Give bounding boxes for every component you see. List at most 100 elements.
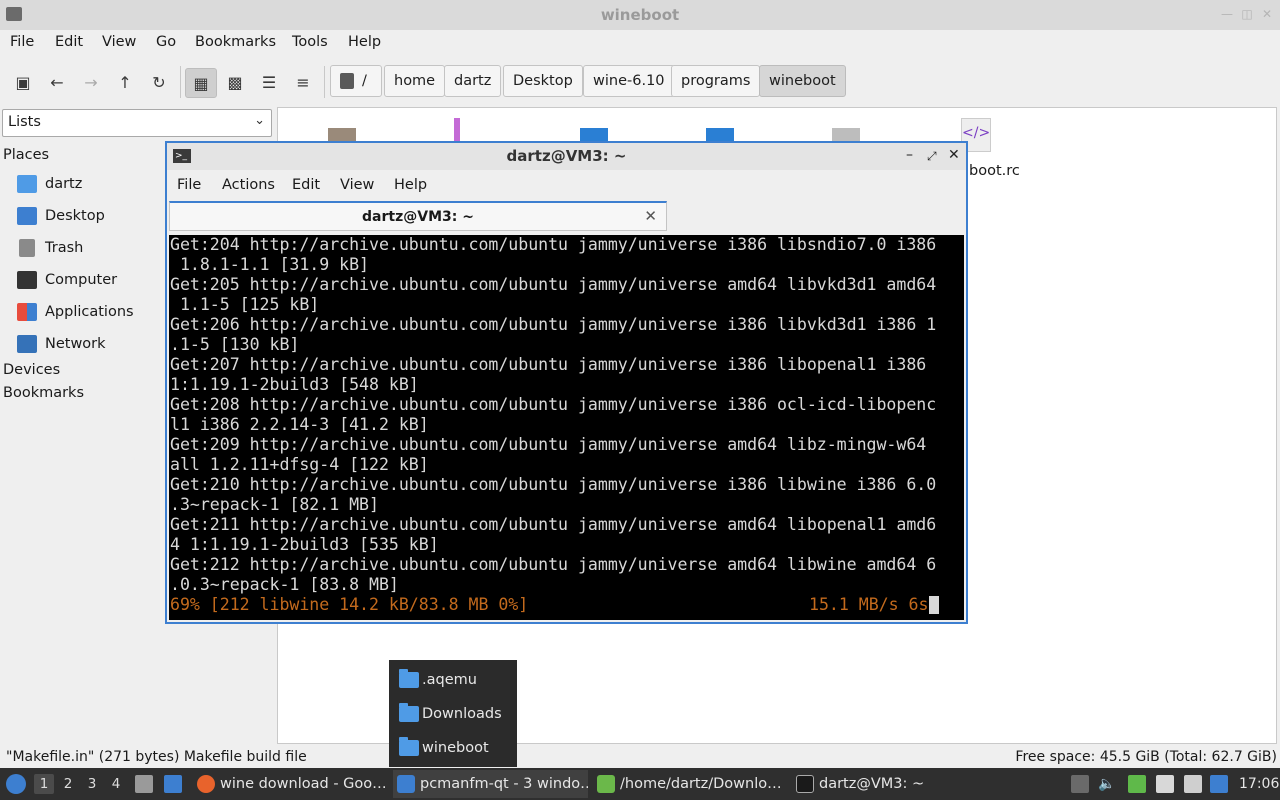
back-icon[interactable]: ← (42, 68, 72, 96)
sidebar-item-computer[interactable]: Computer (17, 268, 117, 292)
maximize-icon[interactable]: ⤢ (927, 149, 937, 164)
sidebar-item-label: Desktop (45, 208, 105, 224)
terminal-line: Get:208 http://archive.ubuntu.com/ubuntu… (170, 395, 937, 414)
terminal-menu-view[interactable]: View (340, 177, 374, 193)
terminal-line: Get:212 http://archive.ubuntu.com/ubuntu… (170, 555, 937, 574)
sidebar-item-dartz[interactable]: dartz (17, 172, 82, 196)
sidebar-item-applications[interactable]: Applications (17, 300, 134, 324)
files-launcher-icon[interactable] (135, 775, 153, 793)
minimize-icon[interactable]: – (906, 147, 913, 163)
terminal-titlebar[interactable]: >_ dartz@VM3: ~ – ⤢ ✕ (167, 143, 966, 170)
drive-icon (340, 73, 354, 89)
compact-view-icon[interactable]: ☰ (254, 68, 284, 96)
window-titlebar[interactable]: wineboot — ◫ ✕ (0, 0, 1280, 30)
clock[interactable]: 17:06 (1239, 768, 1279, 800)
folder-icon (397, 775, 415, 793)
workspace-2[interactable]: 2 (58, 774, 78, 794)
volume-icon[interactable]: 🔈 (1098, 775, 1116, 793)
places-heading[interactable]: Places (3, 147, 49, 163)
sidebar-item-trash[interactable]: Trash (17, 236, 83, 260)
side-pane-mode-value: Lists (8, 114, 41, 130)
breadcrumb-root[interactable]: / (330, 65, 382, 97)
terminal-line: .1-5 [130 kB] (170, 335, 300, 354)
toolbar-separator (324, 66, 325, 98)
terminal-line: 1.8.1-1.1 [31.9 kB] (170, 255, 370, 274)
terminal-output[interactable]: Get:204 http://archive.ubuntu.com/ubuntu… (169, 235, 964, 620)
clipboard-icon[interactable] (1071, 775, 1089, 793)
terminal-line: all 1.2.11+dfsg-4 [122 kB] (170, 455, 429, 474)
terminal-menu-actions[interactable]: Actions (222, 177, 275, 193)
file-name[interactable]: boot.rc (969, 163, 1020, 179)
up-icon[interactable]: ↑ (110, 68, 140, 96)
maximize-icon[interactable]: ◫ (1240, 7, 1254, 21)
popup-item-downloads[interactable]: Downloads (399, 702, 502, 726)
detailed-list-view-icon[interactable]: ≡ (288, 68, 318, 96)
workspace-1[interactable]: 1 (34, 774, 54, 794)
forward-icon[interactable]: → (76, 68, 106, 96)
task-label: wine download - Goo… (220, 776, 385, 792)
menu-go[interactable]: Go (156, 34, 176, 50)
menu-view[interactable]: View (102, 34, 136, 50)
terminal-line: Get:210 http://archive.ubuntu.com/ubuntu… (170, 475, 937, 494)
close-icon[interactable]: ✕ (948, 147, 960, 163)
sidebar-item-label: dartz (45, 176, 83, 192)
terminal-line: Get:206 http://archive.ubuntu.com/ubuntu… (170, 315, 937, 334)
menu-file[interactable]: File (10, 34, 34, 50)
start-menu-icon[interactable] (6, 774, 26, 794)
popup-item-wineboot[interactable]: wineboot (399, 736, 489, 760)
popup-item-label: Downloads (422, 706, 502, 722)
breadcrumb-dartz[interactable]: dartz (444, 65, 502, 97)
task-pcmanfm[interactable]: pcmanfm-qt - 3 windo… (393, 770, 588, 798)
desktop-launcher-icon[interactable] (164, 775, 182, 793)
devices-heading[interactable]: Devices (3, 362, 60, 378)
minimize-icon[interactable]: — (1220, 7, 1234, 21)
menu-help[interactable]: Help (348, 34, 381, 50)
display-icon[interactable] (1184, 775, 1202, 793)
breadcrumb-wineboot[interactable]: wineboot (759, 65, 846, 97)
task-terminal[interactable]: dartz@VM3: ~ (792, 770, 992, 798)
terminal-line: Get:207 http://archive.ubuntu.com/ubuntu… (170, 355, 927, 374)
computer-icon (17, 271, 37, 289)
terminal-tab[interactable]: dartz@VM3: ~ ✕ (169, 201, 667, 231)
workspace-4[interactable]: 4 (106, 774, 126, 794)
document-icon[interactable] (1156, 775, 1174, 793)
terminal-line: Get:211 http://archive.ubuntu.com/ubuntu… (170, 515, 937, 534)
thumbnail-view-icon[interactable]: ▩ (220, 68, 250, 96)
task-label: /home/dartz/Downlo… (620, 776, 782, 792)
workspace-3[interactable]: 3 (82, 774, 102, 794)
terminal-menu-help[interactable]: Help (394, 177, 427, 193)
terminal-cursor (929, 596, 939, 614)
task-firefox[interactable]: wine download - Goo… (193, 770, 385, 798)
terminal-progress-right: 15.1 MB/s 6s (809, 595, 929, 614)
task-archive[interactable]: /home/dartz/Downlo… (593, 770, 783, 798)
terminal-line: .3~repack-1 [82.1 MB] (170, 495, 379, 514)
bookmarks-heading[interactable]: Bookmarks (3, 385, 84, 401)
sidebar-item-network[interactable]: Network (17, 332, 106, 356)
network-status-icon[interactable] (1210, 775, 1228, 793)
menu-edit[interactable]: Edit (55, 34, 83, 50)
menu-tools[interactable]: Tools (292, 34, 328, 50)
breadcrumb-home[interactable]: home (384, 65, 446, 97)
terminal-menu-edit[interactable]: Edit (292, 177, 320, 193)
task-label: dartz@VM3: ~ (819, 776, 925, 792)
folder-icon (399, 669, 419, 688)
archive-icon (597, 775, 615, 793)
side-pane-mode-select[interactable]: Lists ⌄ (2, 109, 272, 137)
popup-item-aqemu[interactable]: .aqemu (399, 668, 477, 692)
reload-icon[interactable]: ↻ (144, 68, 174, 96)
folder-icon (399, 703, 419, 722)
new-tab-icon[interactable]: ▣ (8, 68, 38, 96)
status-bar: "Makefile.in" (271 bytes) Makefile build… (0, 747, 1280, 767)
sidebar-item-desktop[interactable]: Desktop (17, 204, 105, 228)
menu-bookmarks[interactable]: Bookmarks (195, 34, 276, 50)
terminal-line: 1:1.19.1-2build3 [548 kB] (170, 375, 419, 394)
breadcrumb-desktop[interactable]: Desktop (503, 65, 583, 97)
update-notifier-icon[interactable] (1128, 775, 1146, 793)
breadcrumb-wine[interactable]: wine-6.10 (583, 65, 675, 97)
close-icon[interactable]: ✕ (1260, 7, 1274, 21)
terminal-menu-file[interactable]: File (177, 177, 201, 193)
breadcrumb-programs[interactable]: programs (671, 65, 761, 97)
icon-view-icon[interactable]: ▦ (185, 68, 217, 98)
breadcrumb-label: / (362, 73, 367, 89)
close-tab-icon[interactable]: ✕ (644, 207, 657, 225)
